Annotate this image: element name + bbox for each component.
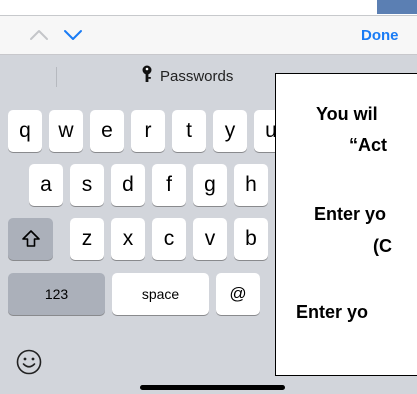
key-d[interactable]: d xyxy=(111,164,145,206)
callout-line-1: You wil xyxy=(316,104,378,124)
key-g[interactable]: g xyxy=(193,164,227,206)
key-t[interactable]: t xyxy=(172,110,206,152)
shift-arrow-icon xyxy=(21,230,40,247)
key-b[interactable]: b xyxy=(234,218,268,260)
key-w[interactable]: w xyxy=(49,110,83,152)
key-x[interactable]: x xyxy=(111,218,145,260)
key-icon xyxy=(142,65,152,82)
key-h[interactable]: h xyxy=(234,164,268,206)
home-indicator[interactable] xyxy=(140,385,285,390)
done-button[interactable]: Done xyxy=(361,27,399,44)
chevron-down-icon[interactable] xyxy=(62,24,84,46)
callout-line-4: (C xyxy=(373,236,392,256)
at-key[interactable]: @ xyxy=(216,273,260,315)
passwords-label: Passwords xyxy=(160,68,234,85)
numbers-key[interactable]: 123 xyxy=(8,273,105,315)
emoji-smiley-icon[interactable] xyxy=(15,348,43,376)
key-c[interactable]: c xyxy=(152,218,186,260)
callout-line-5: Enter yo xyxy=(296,302,369,322)
key-v[interactable]: v xyxy=(193,218,227,260)
key-y[interactable]: y xyxy=(213,110,247,152)
keyboard-accessory-bar: Done xyxy=(0,16,417,55)
key-r[interactable]: r xyxy=(131,110,165,152)
key-e[interactable]: e xyxy=(90,110,124,152)
passwords-suggestion[interactable]: Passwords xyxy=(140,65,233,85)
chevron-up-icon[interactable] xyxy=(28,24,50,46)
callout-line-2: “Act xyxy=(349,135,388,155)
callout-line-3: Enter yo xyxy=(314,204,387,224)
space-key[interactable]: space xyxy=(112,273,209,315)
key-q[interactable]: q xyxy=(8,110,42,152)
key-s[interactable]: s xyxy=(70,164,104,206)
key-f[interactable]: f xyxy=(152,164,186,206)
top-right-button-edge[interactable] xyxy=(377,0,417,14)
key-z[interactable]: z xyxy=(70,218,104,260)
instruction-callout-box: You wil “Act Enter yo (C Enter yo xyxy=(275,73,417,376)
shift-key[interactable] xyxy=(8,218,53,260)
key-a[interactable]: a xyxy=(29,164,63,206)
top-strip xyxy=(0,0,417,16)
suggestion-divider xyxy=(56,67,57,87)
